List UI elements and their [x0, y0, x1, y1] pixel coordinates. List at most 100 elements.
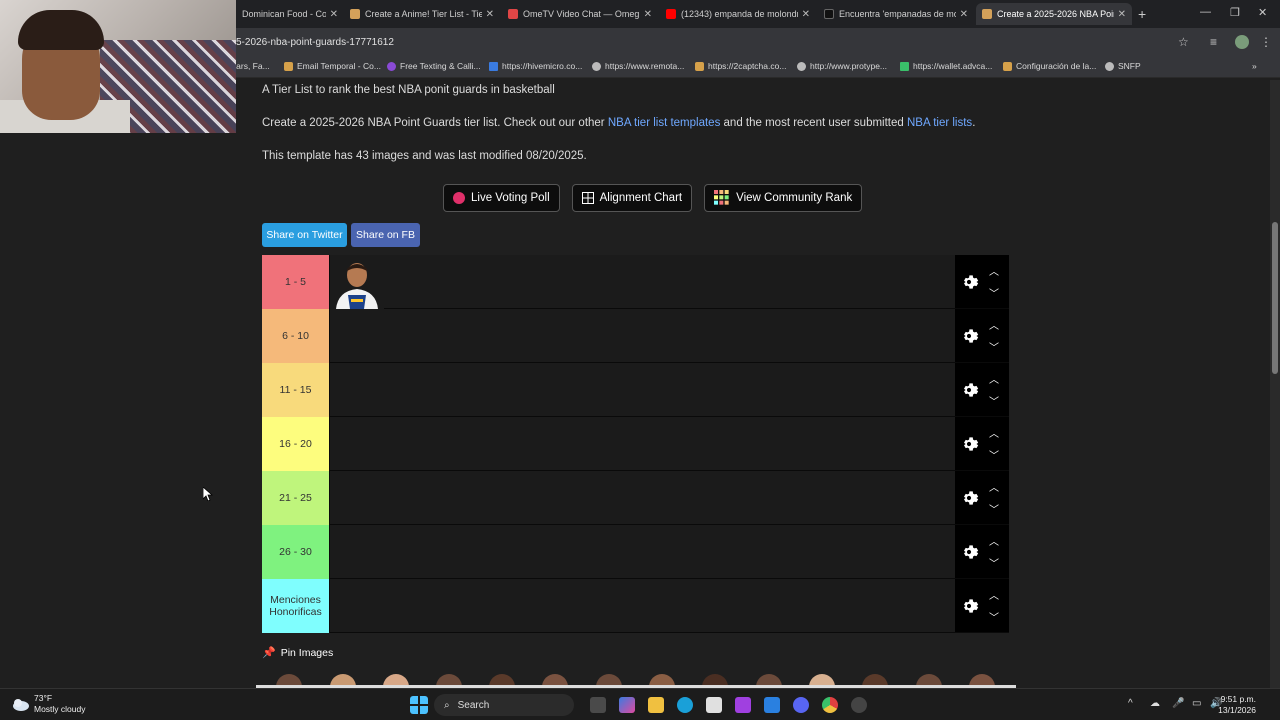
- tab-dominican-food[interactable]: Dominican Food - Cor ✕: [236, 3, 344, 25]
- close-icon[interactable]: ✕: [330, 9, 338, 20]
- tab-nba-tier-list[interactable]: Create a 2025-2026 NBA Point ✕: [976, 3, 1132, 25]
- chevron-up-icon[interactable]: ︿: [989, 317, 999, 332]
- pool-player-image[interactable]: [596, 674, 622, 685]
- close-icon[interactable]: ✕: [644, 9, 652, 20]
- close-icon[interactable]: ✕: [486, 9, 494, 20]
- nba-templates-link[interactable]: NBA tier list templates: [608, 117, 720, 129]
- new-tab-icon[interactable]: +: [1138, 6, 1146, 22]
- tier-label[interactable]: Menciones Honorificas: [262, 579, 329, 633]
- chrome-icon[interactable]: [822, 697, 838, 713]
- tier-label[interactable]: 1 - 5: [262, 255, 329, 309]
- tier-label[interactable]: 21 - 25: [262, 471, 329, 525]
- minimize-icon[interactable]: —: [1200, 6, 1211, 18]
- gear-icon[interactable]: [959, 434, 979, 454]
- network-icon[interactable]: ▭: [1192, 698, 1201, 709]
- bookmarks-overflow-icon[interactable]: »: [1252, 61, 1257, 71]
- pool-player-image[interactable]: [489, 674, 515, 685]
- alignment-chart-button[interactable]: Alignment Chart: [571, 184, 693, 212]
- pool-player-image[interactable]: [436, 674, 462, 685]
- copilot-icon[interactable]: [619, 697, 635, 713]
- share-twitter-button[interactable]: Share on Twitter: [262, 223, 347, 247]
- tab-tiktok[interactable]: Encuentra 'empanadas de molon ✕: [818, 3, 974, 25]
- edge-icon[interactable]: [677, 697, 693, 713]
- bookmark-item[interactable]: Email Temporal - Co...: [284, 61, 381, 71]
- close-window-icon[interactable]: ✕: [1258, 6, 1267, 19]
- gear-icon[interactable]: [959, 596, 979, 616]
- pool-player-image[interactable]: [702, 674, 728, 685]
- chevron-up-icon[interactable]: ^: [1128, 698, 1133, 709]
- tier-label[interactable]: 26 - 30: [262, 525, 329, 579]
- pool-player-image[interactable]: [862, 674, 888, 685]
- nba-tier-lists-link[interactable]: NBA tier lists: [907, 117, 972, 129]
- chevron-up-icon[interactable]: ︿: [989, 425, 999, 440]
- bookmark-item[interactable]: https://www.remota...: [592, 61, 684, 71]
- tier-drop-zone[interactable]: [329, 255, 955, 309]
- tier-label[interactable]: 11 - 15: [262, 363, 329, 417]
- scrollbar-thumb[interactable]: [1272, 222, 1278, 374]
- player-image[interactable]: [330, 255, 384, 309]
- gear-icon[interactable]: [959, 542, 979, 562]
- store-icon[interactable]: [706, 697, 722, 713]
- chevron-down-icon[interactable]: ﹀: [989, 339, 999, 354]
- profile-avatar[interactable]: [1235, 35, 1249, 49]
- url-field[interactable]: 5-2026-nba-point-guards-17771612: [236, 37, 394, 48]
- bookmark-item[interactable]: SNFP: [1105, 61, 1141, 71]
- chatgpt-icon[interactable]: [851, 697, 867, 713]
- chevron-up-icon[interactable]: ︿: [989, 263, 999, 278]
- tier-drop-zone[interactable]: [329, 525, 955, 578]
- bookmark-item[interactable]: Free Texting & Calli...: [387, 61, 481, 71]
- bookmark-item[interactable]: http://www.protype...: [797, 61, 887, 71]
- chevron-down-icon[interactable]: ﹀: [989, 609, 999, 624]
- pool-player-image[interactable]: [330, 674, 356, 685]
- pool-player-image[interactable]: [756, 674, 782, 685]
- pool-player-image[interactable]: [969, 674, 995, 685]
- onedrive-icon[interactable]: ☁: [1150, 698, 1160, 709]
- live-voting-poll-button[interactable]: Live Voting Poll: [443, 184, 560, 212]
- tier-drop-zone[interactable]: [329, 471, 955, 524]
- star-icon[interactable]: ☆: [1178, 35, 1189, 49]
- restore-icon[interactable]: ❐: [1230, 6, 1240, 19]
- chevron-down-icon[interactable]: ﹀: [989, 447, 999, 462]
- tier-drop-zone[interactable]: [329, 417, 955, 470]
- gear-icon[interactable]: [959, 488, 979, 508]
- pool-player-image[interactable]: [809, 674, 835, 685]
- close-icon[interactable]: ✕: [960, 9, 968, 20]
- mail-icon[interactable]: [764, 697, 780, 713]
- gear-icon[interactable]: [959, 380, 979, 400]
- chevron-up-icon[interactable]: ︿: [989, 587, 999, 602]
- gear-icon[interactable]: [959, 326, 979, 346]
- bookmark-item[interactable]: https://hivemicro.co...: [489, 61, 582, 71]
- tab-anime-tier-list[interactable]: Create a Anime! Tier List - TierM ✕: [344, 3, 500, 25]
- system-clock[interactable]: 9:51 p.m. 13/1/2026: [1218, 694, 1256, 716]
- pool-player-image[interactable]: [383, 674, 409, 685]
- pool-player-image[interactable]: [649, 674, 675, 685]
- chevron-up-icon[interactable]: ︿: [989, 479, 999, 494]
- task-view-icon[interactable]: [590, 697, 606, 713]
- tier-drop-zone[interactable]: [329, 309, 955, 362]
- close-icon[interactable]: ✕: [1118, 9, 1126, 20]
- tier-label[interactable]: 6 - 10: [262, 309, 329, 363]
- page-scrollbar[interactable]: [1270, 80, 1280, 688]
- discord-icon[interactable]: [793, 697, 809, 713]
- pool-player-image[interactable]: [276, 674, 302, 685]
- tier-drop-zone[interactable]: [329, 579, 955, 632]
- chevron-down-icon[interactable]: ﹀: [989, 393, 999, 408]
- share-fb-button[interactable]: Share on FB: [351, 223, 420, 247]
- pool-player-image[interactable]: [542, 674, 568, 685]
- chevron-up-icon[interactable]: ︿: [989, 533, 999, 548]
- windows-start-icon[interactable]: [410, 696, 428, 714]
- tier-label[interactable]: 16 - 20: [262, 417, 329, 471]
- pool-player-image[interactable]: [916, 674, 942, 685]
- tier-drop-zone[interactable]: [329, 363, 955, 416]
- view-community-rank-button[interactable]: View Community Rank: [704, 184, 863, 212]
- file-explorer-icon[interactable]: [648, 697, 664, 713]
- chevron-down-icon[interactable]: ﹀: [989, 285, 999, 300]
- microphone-icon[interactable]: 🎤: [1172, 698, 1184, 709]
- gear-icon[interactable]: [959, 272, 979, 292]
- chevron-down-icon[interactable]: ﹀: [989, 555, 999, 570]
- chevron-down-icon[interactable]: ﹀: [989, 501, 999, 516]
- weather-widget[interactable]: 73°F Mostly cloudy: [12, 693, 86, 715]
- bookmark-item[interactable]: https://wallet.advca...: [900, 61, 992, 71]
- bookmark-item[interactable]: Configuración de la...: [1003, 61, 1096, 71]
- bookmark-item[interactable]: https://2captcha.co...: [695, 61, 786, 71]
